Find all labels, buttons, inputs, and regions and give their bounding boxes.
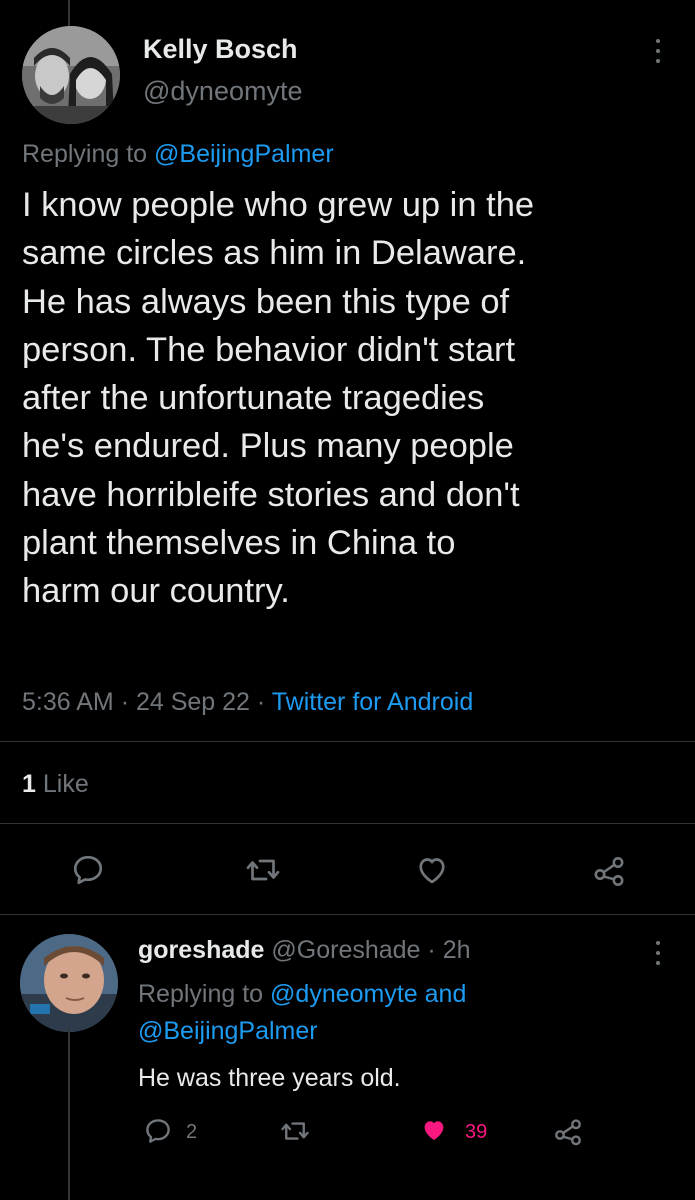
reply-time[interactable]: 2h: [443, 936, 471, 964]
author-name[interactable]: Kelly Bosch: [143, 34, 298, 65]
meta-separator: ·: [120, 688, 130, 716]
likes-summary[interactable]: 1 Like: [22, 770, 89, 799]
replying-to-line: Replying to @BeijingPalmer: [22, 140, 334, 169]
divider: [0, 823, 695, 824]
divider: [0, 741, 695, 742]
replying-prefix: Replying to: [22, 140, 148, 168]
reply-author-name[interactable]: goreshade: [138, 936, 264, 964]
avatar-photo: [22, 26, 120, 124]
replying-prefix: Replying to: [138, 980, 264, 1008]
heart-icon[interactable]: [413, 852, 451, 888]
reply-count: 2: [186, 1121, 198, 1143]
divider: [0, 914, 695, 915]
share-icon[interactable]: [552, 1115, 584, 1147]
more-vertical-icon[interactable]: [648, 938, 668, 968]
tweet-text-line: person. The behavior didn't start: [22, 330, 516, 369]
share-icon[interactable]: [590, 852, 628, 888]
retweet-icon[interactable]: [279, 1116, 311, 1146]
tweet-text-line: plant themselves in China to: [22, 524, 456, 563]
reply-text: He was three years old.: [138, 1064, 401, 1092]
like-label: Like: [42, 770, 89, 798]
tweet-text-line: same circles as him in Delaware.: [22, 234, 527, 273]
tweet-text: I know people who grew up in the same ci…: [22, 181, 682, 616]
tweet-text-line: after the unfortunate tragedies: [22, 379, 485, 418]
author-handle[interactable]: @dyneomyte: [143, 76, 302, 107]
replying-and: and: [424, 980, 467, 1008]
heart-icon[interactable]: [418, 1115, 450, 1145]
reply-like-count: 39: [465, 1121, 488, 1143]
reply-separator: ·: [427, 936, 436, 964]
reply-author-handle[interactable]: @Goreshade: [271, 936, 420, 964]
author-avatar[interactable]: [22, 26, 120, 124]
tweet-date[interactable]: 24 Sep 22: [136, 688, 250, 716]
more-vertical-icon[interactable]: [648, 36, 668, 66]
tweet-text-line: have horribleife stories and don't: [22, 475, 520, 514]
meta-separator: ·: [256, 688, 266, 716]
tweet-text-line: He has always been this type of: [22, 282, 510, 321]
reply-author-avatar[interactable]: [20, 934, 118, 1032]
tweet-text-line: he's endured. Plus many people: [22, 427, 514, 466]
tweet-source-link[interactable]: Twitter for Android: [272, 688, 473, 716]
tweet-text-line: harm our country.: [22, 572, 290, 611]
replying-to-link[interactable]: @BeijingPalmer: [154, 140, 334, 168]
tweet-time[interactable]: 5:36 AM: [22, 688, 114, 716]
thread-line-bottom: [68, 1028, 70, 1200]
retweet-icon[interactable]: [244, 852, 282, 888]
avatar-photo: [20, 934, 118, 1032]
reply-bubble-icon[interactable]: [143, 1116, 173, 1146]
like-count: 1: [22, 770, 36, 798]
replying-to-link[interactable]: @dyneomyte: [270, 980, 418, 1008]
tweet-meta: 5:36 AM · 24 Sep 22 · Twitter for Androi…: [22, 688, 473, 717]
tweet-text-line: I know people who grew up in the: [22, 186, 535, 224]
replying-to-link[interactable]: @BeijingPalmer: [138, 1017, 318, 1045]
reply-header: goreshade @Goreshade · 2h: [138, 936, 471, 965]
reply-replying-to: Replying to @dyneomyte and @BeijingPalme…: [138, 976, 598, 1050]
reply-bubble-icon[interactable]: [70, 852, 106, 888]
